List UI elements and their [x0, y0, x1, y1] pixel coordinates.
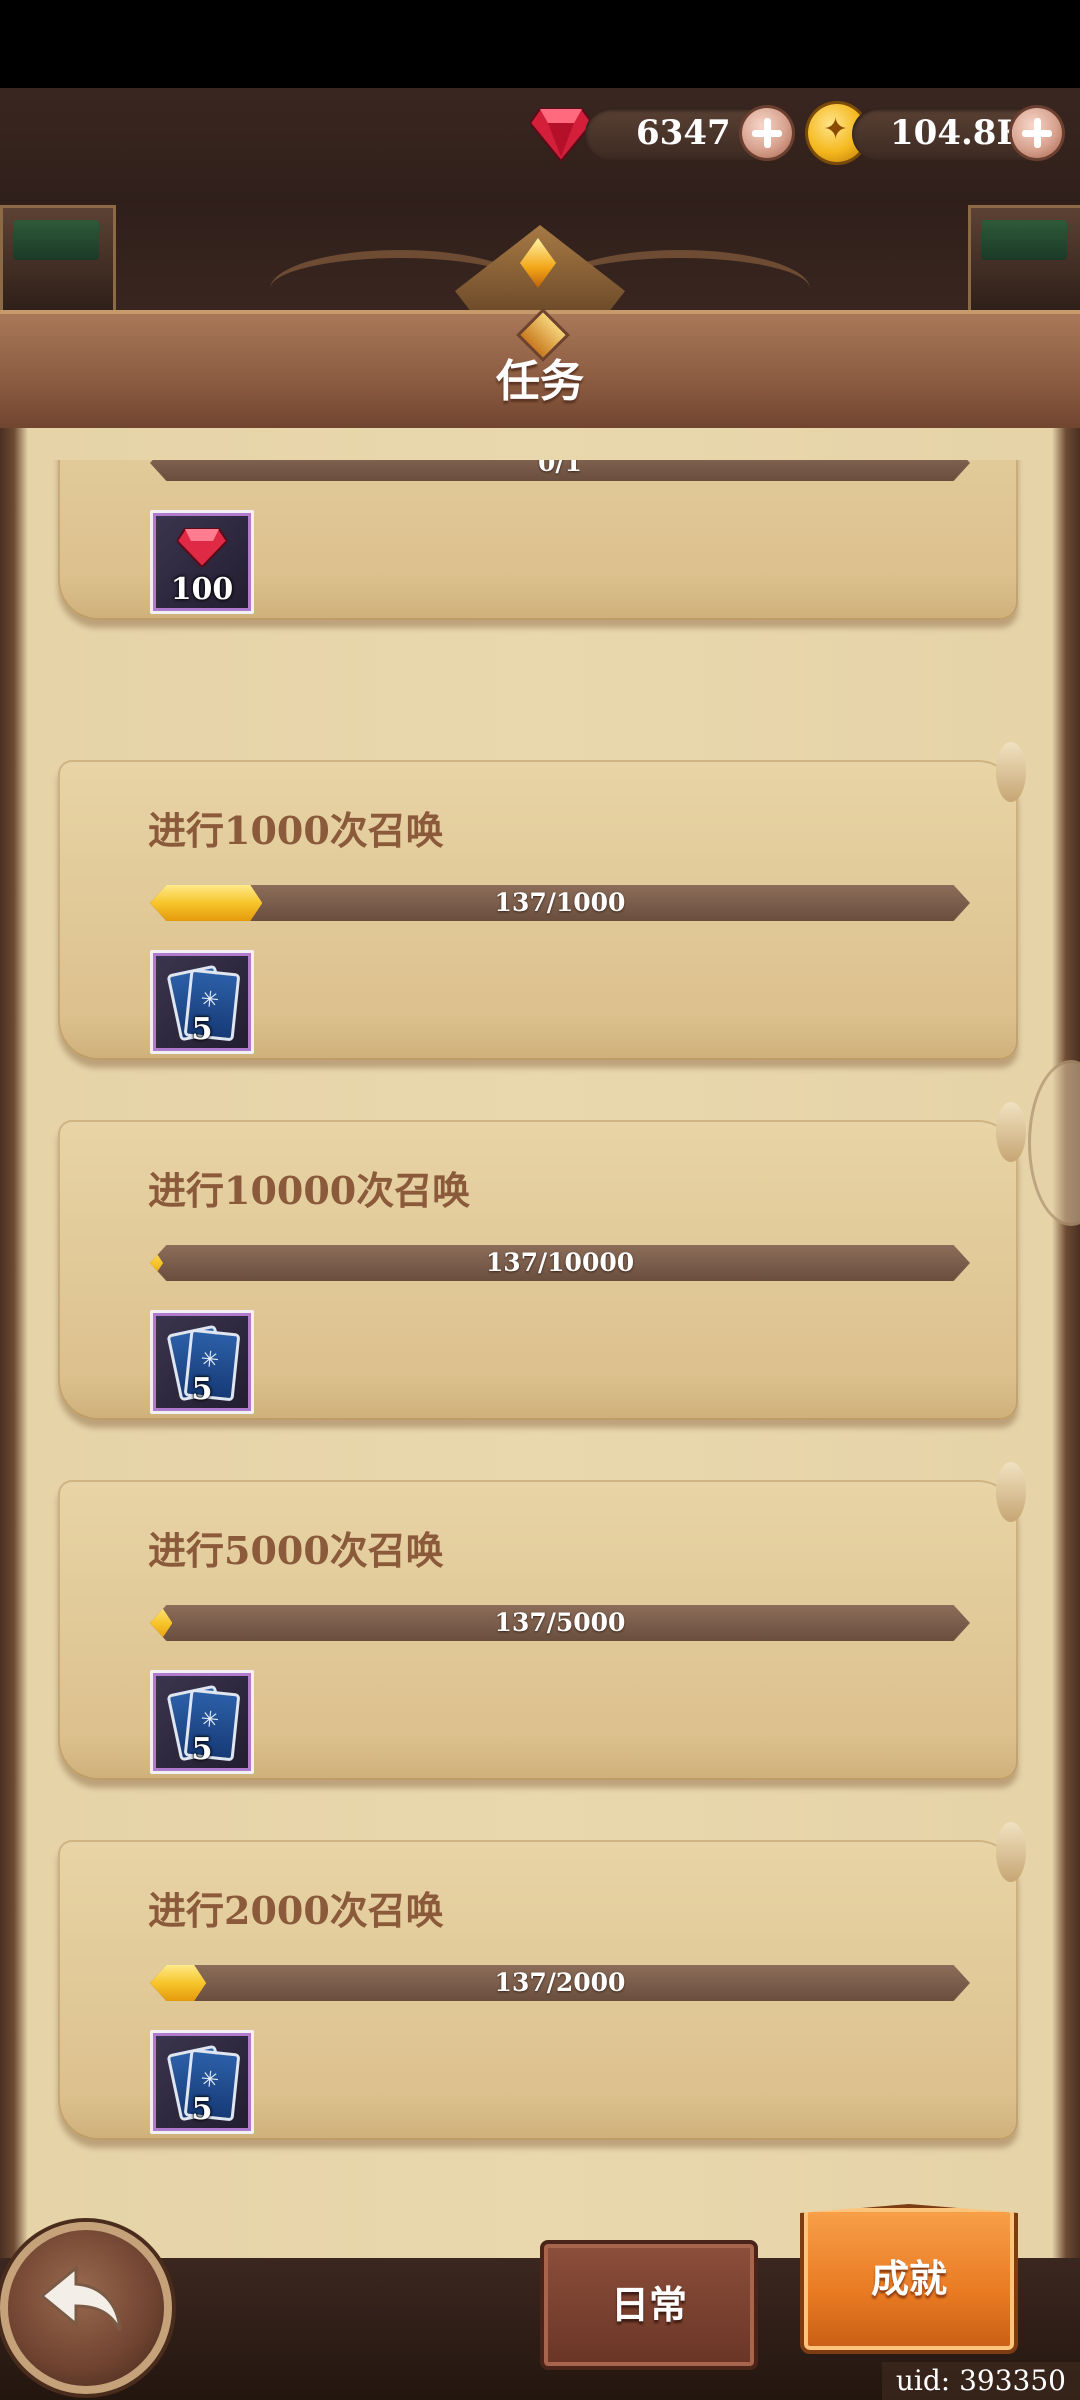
progress-text: 137/10000	[485, 1248, 635, 1277]
reward-count: 100	[170, 572, 234, 607]
progress-text: 137/5000	[494, 1608, 626, 1637]
add-gems-button[interactable]	[742, 108, 792, 158]
reward-item[interactable]: 5	[150, 950, 254, 1054]
progress-bar: 137/5000	[150, 1605, 970, 1641]
progress-text: 0/1	[538, 460, 582, 477]
reward-item[interactable]: 100	[150, 510, 254, 614]
reward-item[interactable]: 5	[150, 1670, 254, 1774]
progress-text: 137/1000	[494, 888, 626, 917]
task-title: 进行1000次召唤	[148, 808, 444, 853]
task-list[interactable]: 任意1座试炼之塔达到30层0/1100进行1000次召唤137/10005进行1…	[30, 460, 1070, 2200]
reward-count: 5	[191, 1012, 213, 1047]
tab-achievement[interactable]: 成就	[800, 2204, 1018, 2354]
task-card: 进行2000次召唤 137/2000 5	[48, 1822, 1026, 2146]
gem-icon	[530, 108, 592, 161]
tab-daily[interactable]: 日常	[540, 2240, 758, 2370]
task-card: 任意1座试炼之塔达到30层0/1100	[48, 460, 1018, 626]
right-pillar-ornament	[968, 205, 1080, 321]
reward-item[interactable]: 5	[150, 1310, 254, 1414]
task-card: 进行10000次召唤 137/10000 5	[48, 1102, 1026, 1426]
task-card: 进行1000次召唤 137/1000 5	[48, 742, 1026, 1066]
progress-bar: 137/2000	[150, 1965, 970, 2001]
progress-bar: 0/1	[150, 460, 970, 481]
reward-item[interactable]: 5	[150, 2030, 254, 2134]
add-gold-button[interactable]	[1012, 108, 1062, 158]
progress-text: 137/2000	[494, 1968, 626, 1997]
page-title: 任务	[496, 356, 584, 407]
task-title: 进行2000次召唤	[148, 1888, 444, 1933]
user-id: uid: 393350	[881, 2362, 1080, 2400]
progress-bar: 137/10000	[150, 1245, 970, 1281]
reward-count: 5	[191, 1732, 213, 1767]
left-pillar-ornament	[0, 205, 116, 321]
task-card: 进行5000次召唤 137/5000 5	[48, 1462, 1026, 1786]
reward-count: 5	[191, 1372, 213, 1407]
task-title: 进行10000次召唤	[148, 1168, 471, 1213]
reward-count: 5	[191, 2092, 213, 2127]
progress-bar: 137/1000	[150, 885, 970, 921]
back-button[interactable]	[0, 2222, 172, 2394]
gold-amount: 104.8K	[890, 113, 1027, 153]
task-title: 进行5000次召唤	[148, 1528, 444, 1573]
back-arrow-icon	[39, 2264, 122, 2331]
ruby-gem-icon	[177, 528, 227, 567]
gem-amount: 6347	[636, 113, 731, 153]
